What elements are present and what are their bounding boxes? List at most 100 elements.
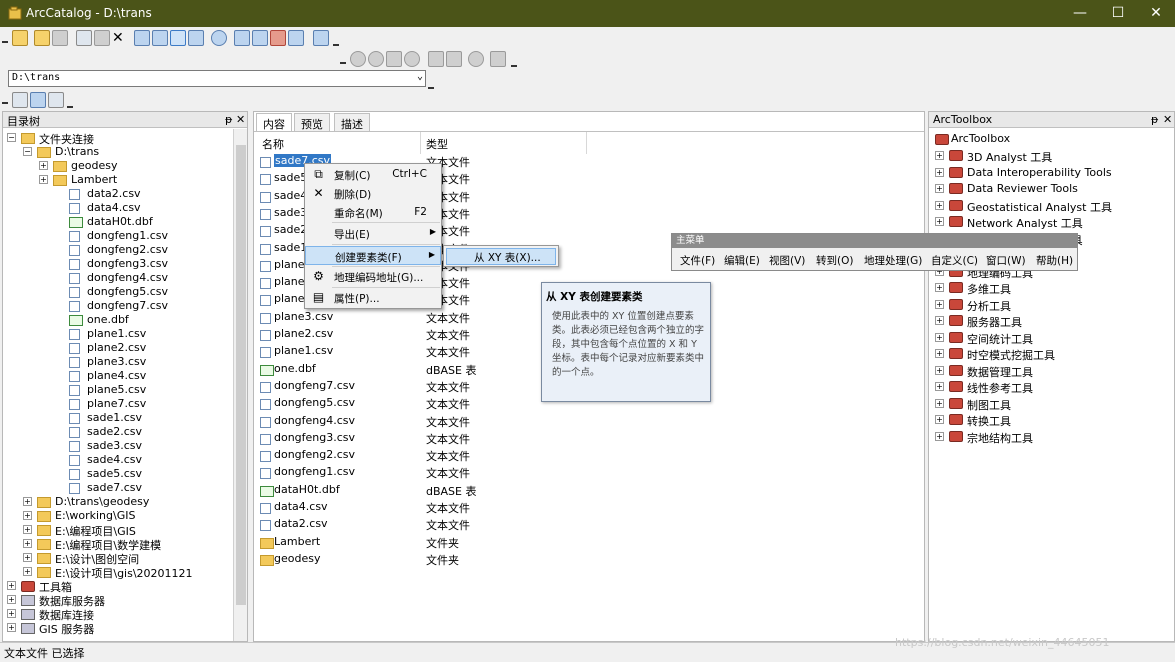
toolbar-grip[interactable] — [2, 94, 8, 104]
tree-item[interactable]: plane4.csv — [3, 369, 231, 383]
scrollbar-thumb[interactable] — [236, 145, 246, 605]
tree-item[interactable]: + 数据库服务器 — [3, 593, 231, 608]
tree-item[interactable]: − D:\trans — [3, 145, 231, 159]
toolbox-item[interactable]: + Geostatistical Analyst 工具 — [935, 198, 1171, 214]
tree-item[interactable]: + geodesy — [3, 159, 231, 173]
pan-icon[interactable] — [386, 51, 402, 67]
search-window-icon[interactable] — [252, 30, 268, 46]
tree-item[interactable]: sade1.csv — [3, 411, 231, 425]
column-divider[interactable] — [420, 132, 421, 154]
tree-item[interactable]: dongfeng5.csv — [3, 285, 231, 299]
tree-item[interactable]: plane1.csv — [3, 327, 231, 341]
zoom-in-icon[interactable] — [350, 51, 366, 67]
identify-icon[interactable] — [468, 51, 484, 67]
maximize-button[interactable]: ☐ — [1098, 0, 1138, 27]
edit-metadata-icon[interactable] — [12, 92, 28, 108]
toolbar-options-icon[interactable] — [67, 98, 73, 108]
expand-icon[interactable]: + — [23, 511, 32, 520]
tree-item[interactable]: − 文件夹连接 — [3, 131, 231, 146]
details-view-icon[interactable] — [170, 30, 186, 46]
tab-description[interactable]: 描述 — [334, 113, 370, 131]
toolbox-item[interactable]: + 线性参考工具 — [935, 379, 1171, 395]
toolbox-item[interactable]: + 数据管理工具 — [935, 363, 1171, 379]
tree-item[interactable]: + E:\编程项目\GIS — [3, 523, 231, 538]
tree-item[interactable]: dongfeng4.csv — [3, 271, 231, 285]
toolbox-item[interactable]: + 服务器工具 — [935, 313, 1171, 329]
expand-icon[interactable]: + — [23, 553, 32, 562]
tree-item[interactable]: + D:\trans\geodesy — [3, 495, 231, 509]
expand-icon[interactable]: + — [935, 398, 944, 408]
tab-preview[interactable]: 预览 — [294, 113, 330, 131]
thumbnails-view-icon[interactable] — [188, 30, 204, 46]
tree-item[interactable]: one.dbf — [3, 313, 231, 327]
expand-icon[interactable]: + — [23, 525, 32, 534]
file-row[interactable]: data4.csv 文本文件 — [254, 500, 584, 517]
delete-icon[interactable]: ✕ — [112, 30, 124, 46]
file-row[interactable]: plane1.csv 文本文件 — [254, 344, 584, 361]
context-menu-item[interactable]: ⧉ 复制(C) Ctrl+C — [305, 165, 441, 184]
file-row[interactable]: Lambert 文件夹 — [254, 535, 584, 552]
pin-icon[interactable]: ᵽ — [1151, 113, 1158, 126]
toolbox-item[interactable]: + 制图工具 — [935, 396, 1171, 412]
expand-icon[interactable]: + — [23, 567, 32, 576]
toolbar-grip[interactable] — [2, 33, 8, 43]
main-menu-item[interactable]: 地理处理(G) — [864, 253, 922, 268]
toolbox-item[interactable]: + 多维工具 — [935, 280, 1171, 296]
arctoolbox-window-icon[interactable] — [270, 30, 286, 46]
main-menu-item[interactable]: 文件(F) — [680, 253, 715, 268]
expand-icon[interactable]: + — [935, 365, 944, 375]
toolbox-item[interactable]: + Network Analyst 工具 — [935, 214, 1171, 230]
catalog-tree-window-icon[interactable] — [234, 30, 250, 46]
expand-icon[interactable]: + — [39, 161, 48, 170]
context-menu-item[interactable]: ⚙ 地理编码地址(G)... — [305, 267, 441, 286]
expand-icon[interactable]: + — [935, 200, 944, 210]
expand-icon[interactable]: + — [935, 217, 944, 226]
expand-icon[interactable]: + — [7, 581, 16, 590]
tree-item[interactable]: plane5.csv — [3, 383, 231, 397]
toolbar-grip[interactable] — [340, 54, 346, 64]
tree-item[interactable]: dataH0t.dbf — [3, 215, 231, 229]
toolbar-options-icon[interactable] — [511, 57, 517, 67]
toolbox-item[interactable]: + 宗地结构工具 — [935, 429, 1171, 445]
toolbar-options-icon[interactable] — [333, 36, 339, 46]
toolbox-item[interactable]: + Data Interoperability Tools — [935, 165, 1171, 181]
copy-icon[interactable] — [76, 30, 92, 46]
expand-icon[interactable]: + — [935, 151, 944, 160]
tab-contents[interactable]: 内容 — [256, 113, 292, 131]
expand-icon[interactable]: + — [935, 167, 944, 177]
zoom-out-icon[interactable] — [368, 51, 384, 67]
tree-item[interactable]: + E:\设计项目\gis\20201121 — [3, 565, 231, 580]
tree-item[interactable]: data4.csv — [3, 201, 231, 215]
import-metadata-icon[interactable] — [30, 92, 46, 108]
main-menu-item[interactable]: 转到(O) — [816, 253, 853, 268]
up-one-level-icon[interactable] — [12, 30, 28, 46]
collapse-icon[interactable]: − — [23, 147, 32, 156]
file-row[interactable]: dongfeng2.csv 文本文件 — [254, 448, 584, 465]
list-view-icon[interactable] — [152, 30, 168, 46]
tree-item[interactable]: sade5.csv — [3, 467, 231, 481]
tree-item[interactable]: dongfeng1.csv — [3, 229, 231, 243]
tree-item[interactable]: + 工具箱 — [3, 579, 231, 594]
disconnect-folder-icon[interactable] — [52, 30, 68, 46]
expand-icon[interactable]: + — [935, 283, 944, 292]
file-row[interactable]: dongfeng1.csv 文本文件 — [254, 465, 584, 482]
toolbox-item[interactable]: + Data Reviewer Tools — [935, 181, 1171, 197]
tree-item[interactable]: + GIS 服务器 — [3, 621, 231, 636]
create-thumbnail-icon[interactable] — [490, 51, 506, 67]
toolbox-item[interactable]: + 时空模式挖掘工具 — [935, 346, 1171, 362]
context-menu-item[interactable]: 创建要素类(F) ▶ — [305, 246, 441, 265]
location-combobox[interactable]: D:\trans ⌄ — [8, 70, 426, 87]
toolbox-item[interactable]: + 转换工具 — [935, 412, 1171, 428]
tree-scrollbar[interactable] — [233, 129, 247, 641]
file-row[interactable]: dongfeng4.csv 文本文件 — [254, 414, 584, 431]
tree-item[interactable]: data2.csv — [3, 187, 231, 201]
toolbox-item[interactable]: +3D Analyst 工具 — [935, 148, 1171, 164]
expand-icon[interactable]: + — [935, 431, 944, 441]
main-menu-item[interactable]: 视图(V) — [769, 253, 805, 268]
close-icon[interactable]: ✕ — [1163, 113, 1172, 126]
tree-item[interactable]: + Lambert — [3, 173, 231, 187]
forward-icon[interactable] — [446, 51, 462, 67]
chevron-down-icon[interactable]: ⌄ — [417, 71, 423, 82]
main-menu-item[interactable]: 编辑(E) — [724, 253, 760, 268]
expand-icon[interactable]: + — [935, 299, 944, 309]
